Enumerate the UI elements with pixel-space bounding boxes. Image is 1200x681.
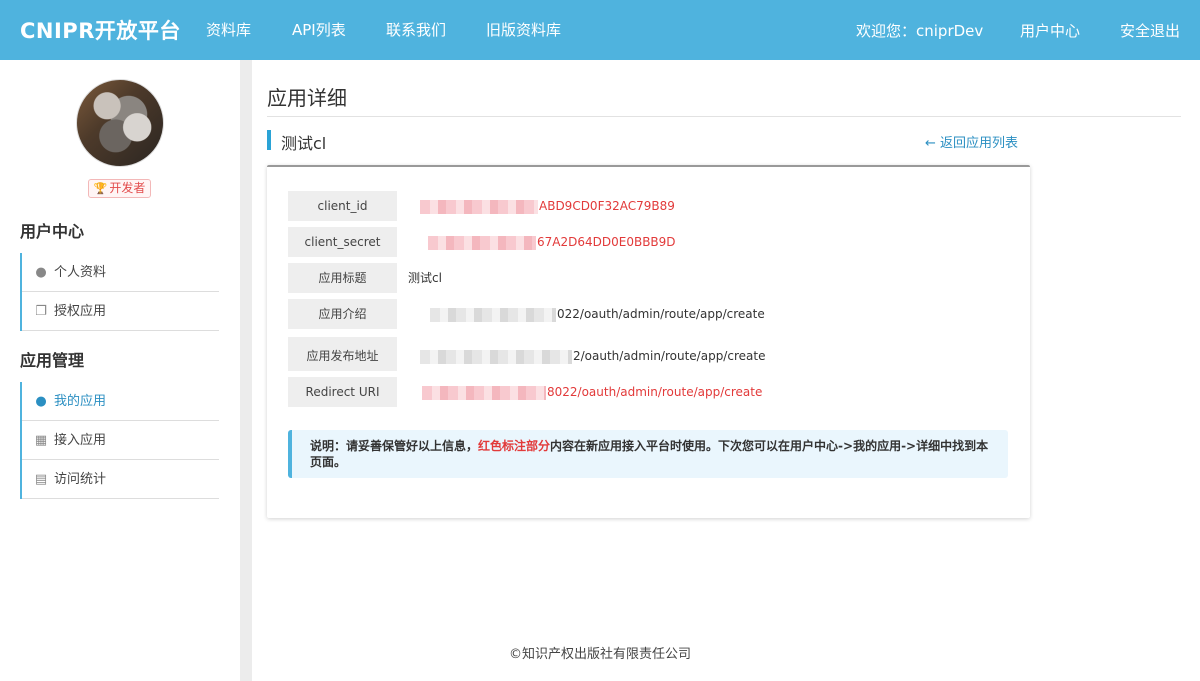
- title-divider: [267, 116, 1181, 117]
- sidebar: 🏆 开发者 用户中心 ● 个人资料 ❐ 授权应用 应用管理 ● 我的应用 ▦ 接入…: [0, 60, 240, 681]
- detail-label: 应用发布地址: [288, 337, 397, 371]
- detail-value-text: ABD9CD0F32AC79B89: [539, 199, 675, 213]
- detail-row-app-intro: 应用介绍 022/oauth/admin/route/app/create: [288, 299, 1008, 329]
- redacted-mask: [422, 385, 546, 400]
- detail-value: ABD9CD0F32AC79B89: [420, 191, 675, 221]
- user-center-menu: ● 个人资料 ❐ 授权应用: [20, 253, 219, 331]
- nav-link-library[interactable]: 资料库: [206, 19, 251, 40]
- sidebar-item-label: 授权应用: [54, 304, 107, 319]
- detail-value-text: 67A2D64DD0E0BBB9D: [537, 235, 676, 249]
- notice-highlight: 红色标注部分: [478, 439, 551, 453]
- sidebar-item-profile[interactable]: ● 个人资料: [22, 253, 219, 292]
- detail-value: 测试cl: [408, 271, 442, 285]
- bar-chart-icon: ▤: [34, 472, 48, 487]
- app-name-marker: [267, 130, 271, 150]
- badge-label: 开发者: [109, 181, 146, 195]
- developer-badge: 🏆 开发者: [88, 179, 151, 198]
- detail-label: Redirect URI: [288, 377, 397, 407]
- detail-value-text: 022/oauth/admin/route/app/create: [557, 307, 765, 321]
- detail-label: client_id: [288, 191, 397, 221]
- back-to-app-list-link[interactable]: ← 返回应用列表: [925, 132, 1018, 151]
- trophy-icon: 🏆: [93, 182, 108, 195]
- detail-value-text: 2/oauth/admin/route/app/create: [573, 349, 766, 363]
- redacted-mask: [428, 235, 536, 250]
- user-icon: ●: [35, 265, 47, 280]
- sidebar-item-authorized-apps[interactable]: ❐ 授权应用: [22, 292, 219, 331]
- notice-prefix: 说明：请妥善保管好以上信息，: [310, 439, 479, 453]
- sidebar-item-label: 接入应用: [54, 433, 107, 448]
- detail-value: 022/oauth/admin/route/app/create: [430, 299, 765, 329]
- windows-icon: ❐: [35, 304, 47, 319]
- app-management-menu: ● 我的应用 ▦ 接入应用 ▤ 访问统计: [20, 382, 219, 499]
- avatar: [76, 79, 164, 167]
- sidebar-item-label: 访问统计: [54, 472, 107, 487]
- app-name: 测试cl: [281, 134, 327, 153]
- detail-row-client-id: client_id ABD9CD0F32AC79B89: [288, 191, 1008, 221]
- nav-link-api-list[interactable]: API列表: [292, 19, 346, 40]
- redacted-mask: [420, 199, 538, 214]
- building-icon: ▦: [34, 433, 48, 448]
- notice-box: 说明：请妥善保管好以上信息，红色标注部分内容在新应用接入平台时使用。下次您可以在…: [288, 430, 1008, 478]
- detail-row-redirect-uri: Redirect URI 8022/oauth/admin/route/app/…: [288, 377, 1008, 407]
- footer-copyright: ©知识产权出版社有限责任公司: [508, 647, 691, 662]
- brand-logo[interactable]: CNIPR开放平台: [20, 15, 181, 45]
- detail-label: 应用标题: [288, 263, 397, 293]
- logout-link[interactable]: 安全退出: [1120, 20, 1180, 41]
- detail-label: client_secret: [288, 227, 397, 257]
- sidebar-item-label: 我的应用: [54, 394, 107, 409]
- nav-user-center[interactable]: 用户中心: [1020, 20, 1080, 41]
- welcome-text: 欢迎您：cniprDev: [856, 22, 984, 40]
- detail-label: 应用介绍: [288, 299, 397, 329]
- detail-value: 2/oauth/admin/route/app/create: [420, 341, 765, 371]
- detail-value: 67A2D64DD0E0BBB9D: [428, 227, 676, 257]
- detail-row-publish-url: 应用发布地址 2/oauth/admin/route/app/create: [288, 337, 1008, 371]
- detail-row-app-title: 应用标题 测试cl: [288, 263, 1008, 293]
- detail-value: 8022/oauth/admin/route/app/create: [422, 377, 762, 407]
- section-heading-app-management: 应用管理: [20, 351, 85, 370]
- section-heading-user-center: 用户中心: [20, 222, 85, 241]
- nav-link-contact[interactable]: 联系我们: [386, 19, 446, 40]
- sidebar-item-access-stats[interactable]: ▤ 访问统计: [22, 460, 219, 499]
- detail-row-client-secret: client_secret 67A2D64DD0E0BBB9D: [288, 227, 1008, 257]
- app-detail-card: client_id ABD9CD0F32AC79B89 client_secre…: [267, 165, 1030, 518]
- detail-value-text: 8022/oauth/admin/route/app/create: [547, 385, 763, 399]
- sidebar-item-connect-app[interactable]: ▦ 接入应用: [22, 421, 219, 460]
- nav-link-old-library[interactable]: 旧版资料库: [486, 19, 561, 40]
- redacted-mask: [430, 307, 556, 322]
- sidebar-item-my-apps[interactable]: ● 我的应用: [22, 382, 219, 421]
- top-navbar: CNIPR开放平台 资料库 API列表 联系我们 旧版资料库 欢迎您：cnipr…: [0, 0, 1200, 60]
- sidebar-divider: [240, 60, 252, 681]
- user-icon: ●: [35, 394, 47, 409]
- page-title: 应用详细: [267, 86, 347, 110]
- sidebar-item-label: 个人资料: [54, 265, 107, 280]
- redacted-mask: [420, 349, 572, 364]
